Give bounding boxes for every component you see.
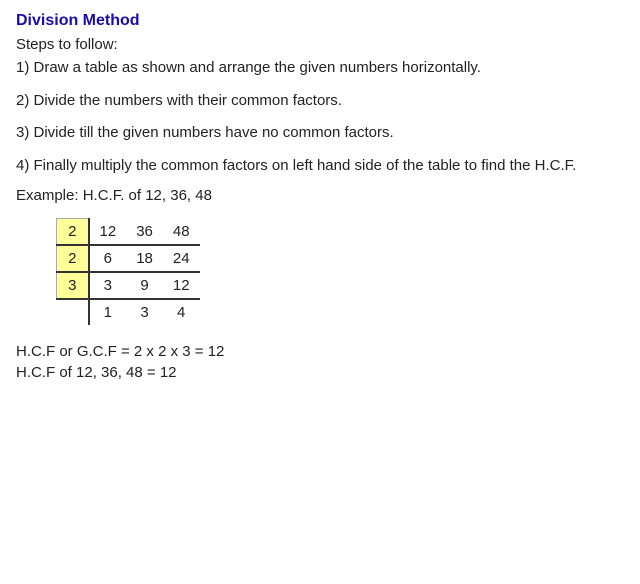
steps-label: Steps to follow: <box>16 36 624 53</box>
example-label: Example: H.C.F. of 12, 36, 48 <box>16 187 624 204</box>
val-r2-c1: 6 <box>89 245 127 272</box>
val-r3-c3: 12 <box>163 272 200 299</box>
title: Division Method <box>16 12 624 30</box>
val-r4-c2: 3 <box>126 299 163 325</box>
val-r4-c3: 4 <box>163 299 200 325</box>
table-row: 2 12 36 48 <box>57 219 200 246</box>
factor-cell-2: 2 <box>57 245 89 272</box>
result-line-1: H.C.F or G.C.F = 2 x 2 x 3 = 12 <box>16 343 624 360</box>
factor-cell-3: 3 <box>57 272 89 299</box>
factor-cell-4 <box>57 299 89 325</box>
val-r3-c1: 3 <box>89 272 127 299</box>
val-r1-c2: 36 <box>126 219 163 246</box>
division-table: 2 12 36 48 2 6 18 24 3 3 9 12 1 <box>56 218 200 325</box>
step-3: 3) Divide till the given numbers have no… <box>16 122 624 145</box>
step-2: 2) Divide the numbers with their common … <box>16 90 624 113</box>
val-r1-c3: 48 <box>163 219 200 246</box>
val-r2-c2: 18 <box>126 245 163 272</box>
val-r1-c1: 12 <box>89 219 127 246</box>
division-table-wrap: 2 12 36 48 2 6 18 24 3 3 9 12 1 <box>56 218 624 325</box>
step-1: 1) Draw a table as shown and arrange the… <box>16 57 624 80</box>
val-r2-c3: 24 <box>163 245 200 272</box>
val-r4-c1: 1 <box>89 299 127 325</box>
table-row: 2 6 18 24 <box>57 245 200 272</box>
factor-cell-1: 2 <box>57 219 89 246</box>
result-section: H.C.F or G.C.F = 2 x 2 x 3 = 12 H.C.F of… <box>16 343 624 381</box>
result-line-2: H.C.F of 12, 36, 48 = 12 <box>16 364 624 381</box>
table-row: 1 3 4 <box>57 299 200 325</box>
step-4: 4) Finally multiply the common factors o… <box>16 155 624 178</box>
val-r3-c2: 9 <box>126 272 163 299</box>
table-row: 3 3 9 12 <box>57 272 200 299</box>
